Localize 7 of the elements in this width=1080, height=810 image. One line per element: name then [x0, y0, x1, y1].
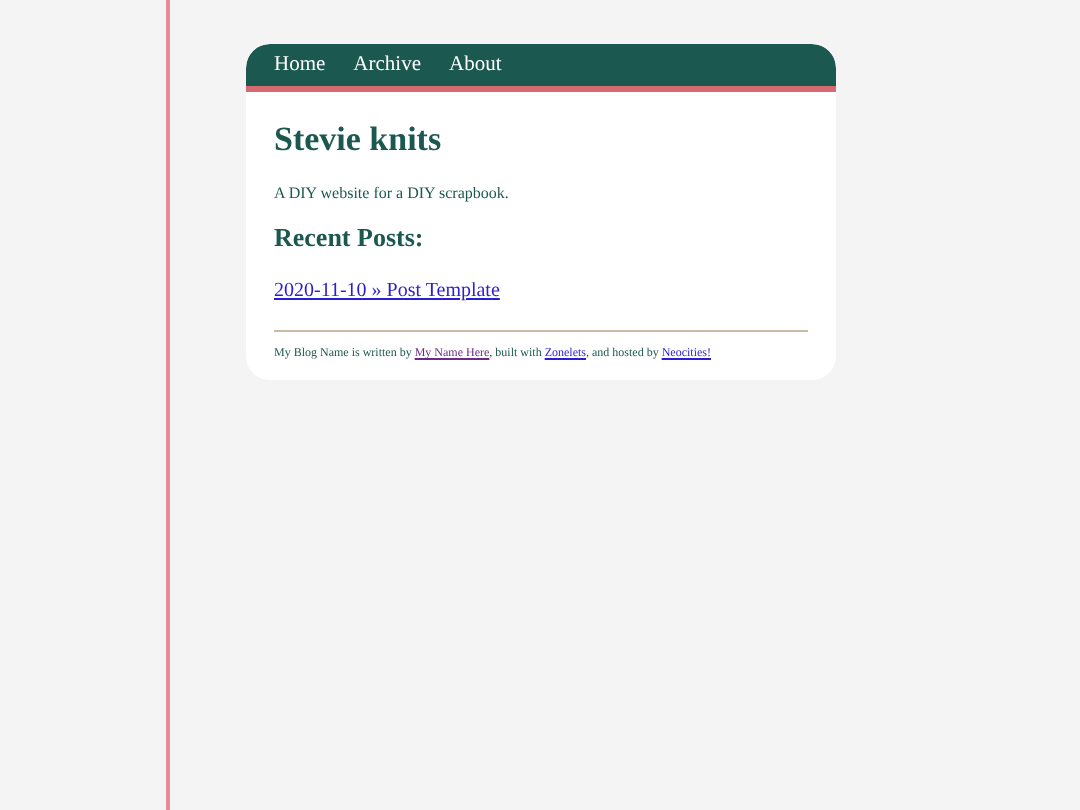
tagline: A DIY website for a DIY scrapbook. [274, 184, 511, 202]
section-heading: Recent Posts: [274, 222, 426, 254]
site-title: Stevie knits [274, 120, 444, 160]
nav-link[interactable]: Home [274, 54, 326, 76]
nav-link[interactable]: Archive [353, 54, 421, 76]
post-link[interactable]: 2020-11-10 » Post Template [274, 280, 500, 302]
nav-link[interactable]: About [449, 54, 502, 76]
